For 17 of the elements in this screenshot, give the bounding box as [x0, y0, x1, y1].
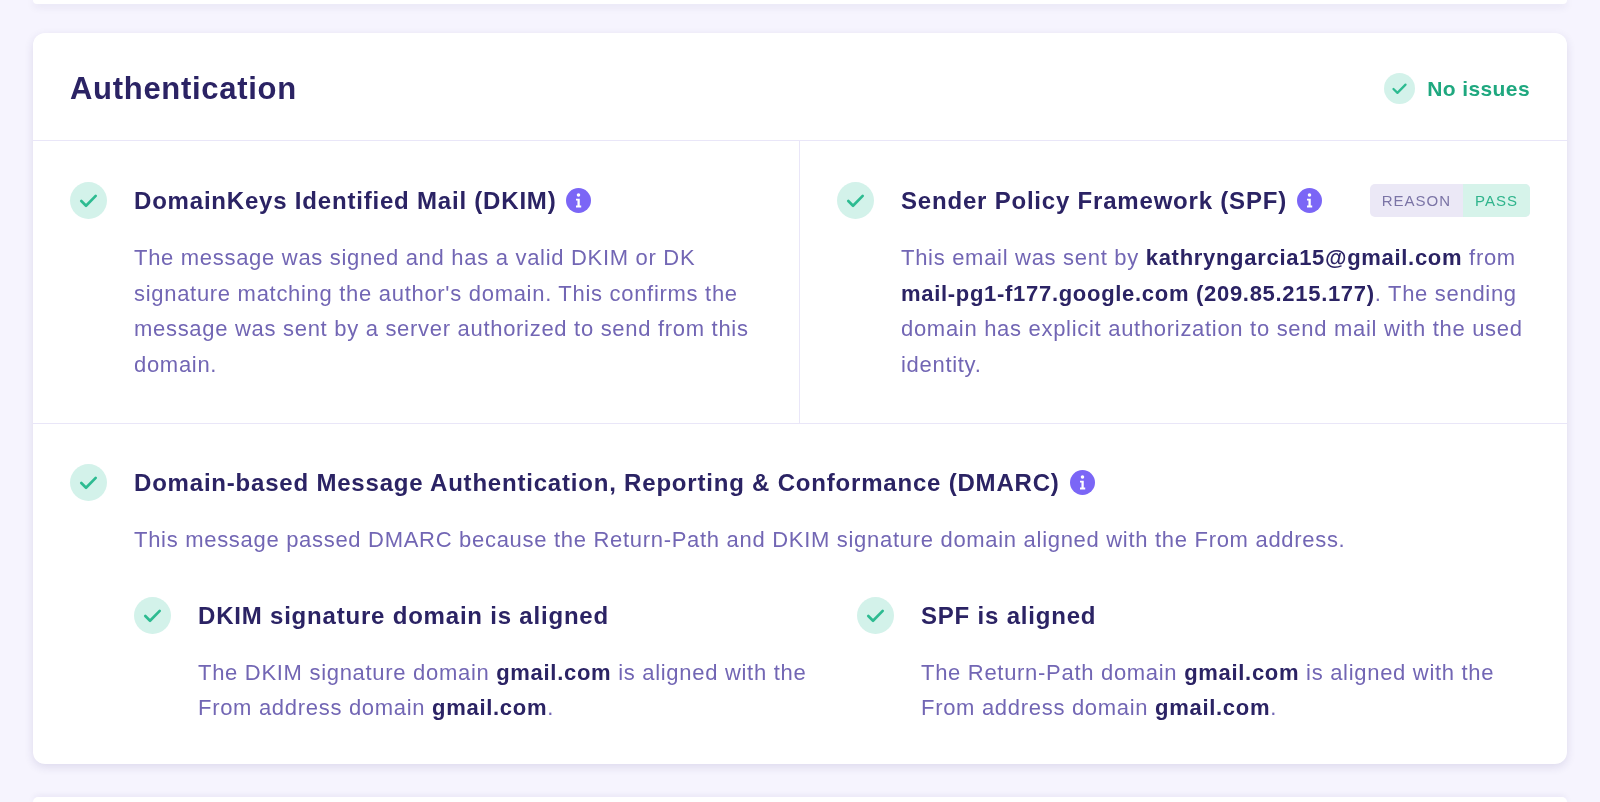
alignment-description: The DKIM signature domain gmail.com is aligned with the From address domain gmail.com.: [198, 658, 807, 722]
info-icon[interactable]: [566, 188, 592, 213]
status-label: No issues: [1427, 76, 1530, 101]
check-description: The message was signed and has a valid DKIM or DK signature matching the author's domain. This confirms the message was sent by a server authorized to send from this domain.: [134, 244, 750, 379]
badge-value: PASS: [1463, 184, 1530, 217]
alignment-description: The Return-Path domain gmail.com is aligned with the From address domain gmail.com.: [921, 658, 1496, 722]
info-icon[interactable]: [1069, 470, 1095, 495]
check-description: This email was sent by kathryngarcia15@gmail.com from mail-pg1-f177.google.com (209.85.215.177). The sending domain has explicit authorization to send mail with the used identity.: [901, 244, 1524, 379]
check-title: Domain-based Message Authentication, Reporting & Conformance (DMARC): [134, 468, 1060, 498]
info-icon[interactable]: [1297, 188, 1322, 213]
alignment-title: SPF is aligned: [921, 600, 1097, 631]
check-title: Sender Policy Framework (SPF): [901, 186, 1287, 216]
alignment-title: DKIM signature domain is aligned: [198, 600, 609, 631]
card-title: Authentication: [70, 70, 297, 107]
check-description: This message passed DMARC because the Return-Path and DKIM signature domain aligned with the From address.: [134, 526, 1347, 554]
check-title: DomainKeys Identified Mail (DKIM): [134, 186, 557, 216]
badge-label: REASON: [1380, 191, 1453, 211]
